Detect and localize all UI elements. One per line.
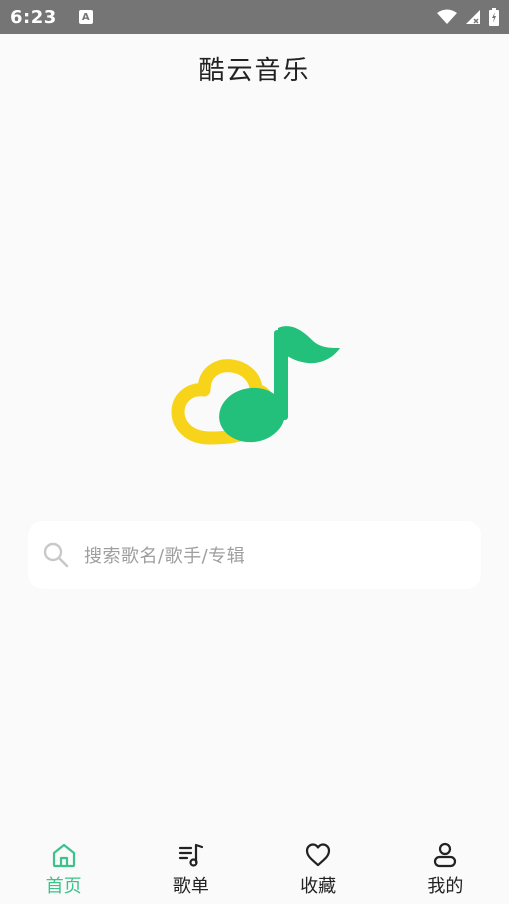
user-icon — [434, 842, 457, 868]
search-placeholder: 搜索歌名/歌手/专辑 — [84, 546, 246, 567]
home-icon — [52, 843, 75, 868]
heart-icon — [306, 843, 331, 867]
tab-favorites[interactable]: 收藏 — [255, 832, 382, 904]
tab-home[interactable]: 首页 — [0, 832, 127, 904]
search-icon — [43, 542, 69, 568]
page-title: 酷云音乐 — [198, 56, 311, 86]
a-icon: A — [78, 10, 93, 24]
tab-mine[interactable]: 我的 — [382, 832, 509, 904]
bottom-nav: 首页 歌单 收藏 我的 — [0, 832, 509, 904]
signal-icon — [466, 10, 480, 24]
screen: 6:23 A 酷云音乐 搜索歌名/歌手/专辑 首页 歌单 收藏 我的 — [0, 0, 509, 904]
tab-mine-label: 我的 — [427, 876, 464, 897]
wifi-icon — [437, 9, 457, 24]
tab-home-label: 首页 — [45, 876, 82, 897]
status-time: 6:23 — [10, 6, 57, 28]
status-icons — [437, 8, 499, 26]
battery-icon — [489, 8, 499, 26]
tab-playlist-label: 歌单 — [172, 876, 209, 897]
music-cloud-logo — [171, 326, 340, 445]
status-bar: 6:23 A — [0, 0, 509, 34]
tab-playlist[interactable]: 歌单 — [127, 832, 254, 904]
playlist-icon — [178, 843, 203, 867]
search-input[interactable]: 搜索歌名/歌手/专辑 — [28, 521, 481, 589]
tab-favorites-label: 收藏 — [300, 876, 337, 897]
